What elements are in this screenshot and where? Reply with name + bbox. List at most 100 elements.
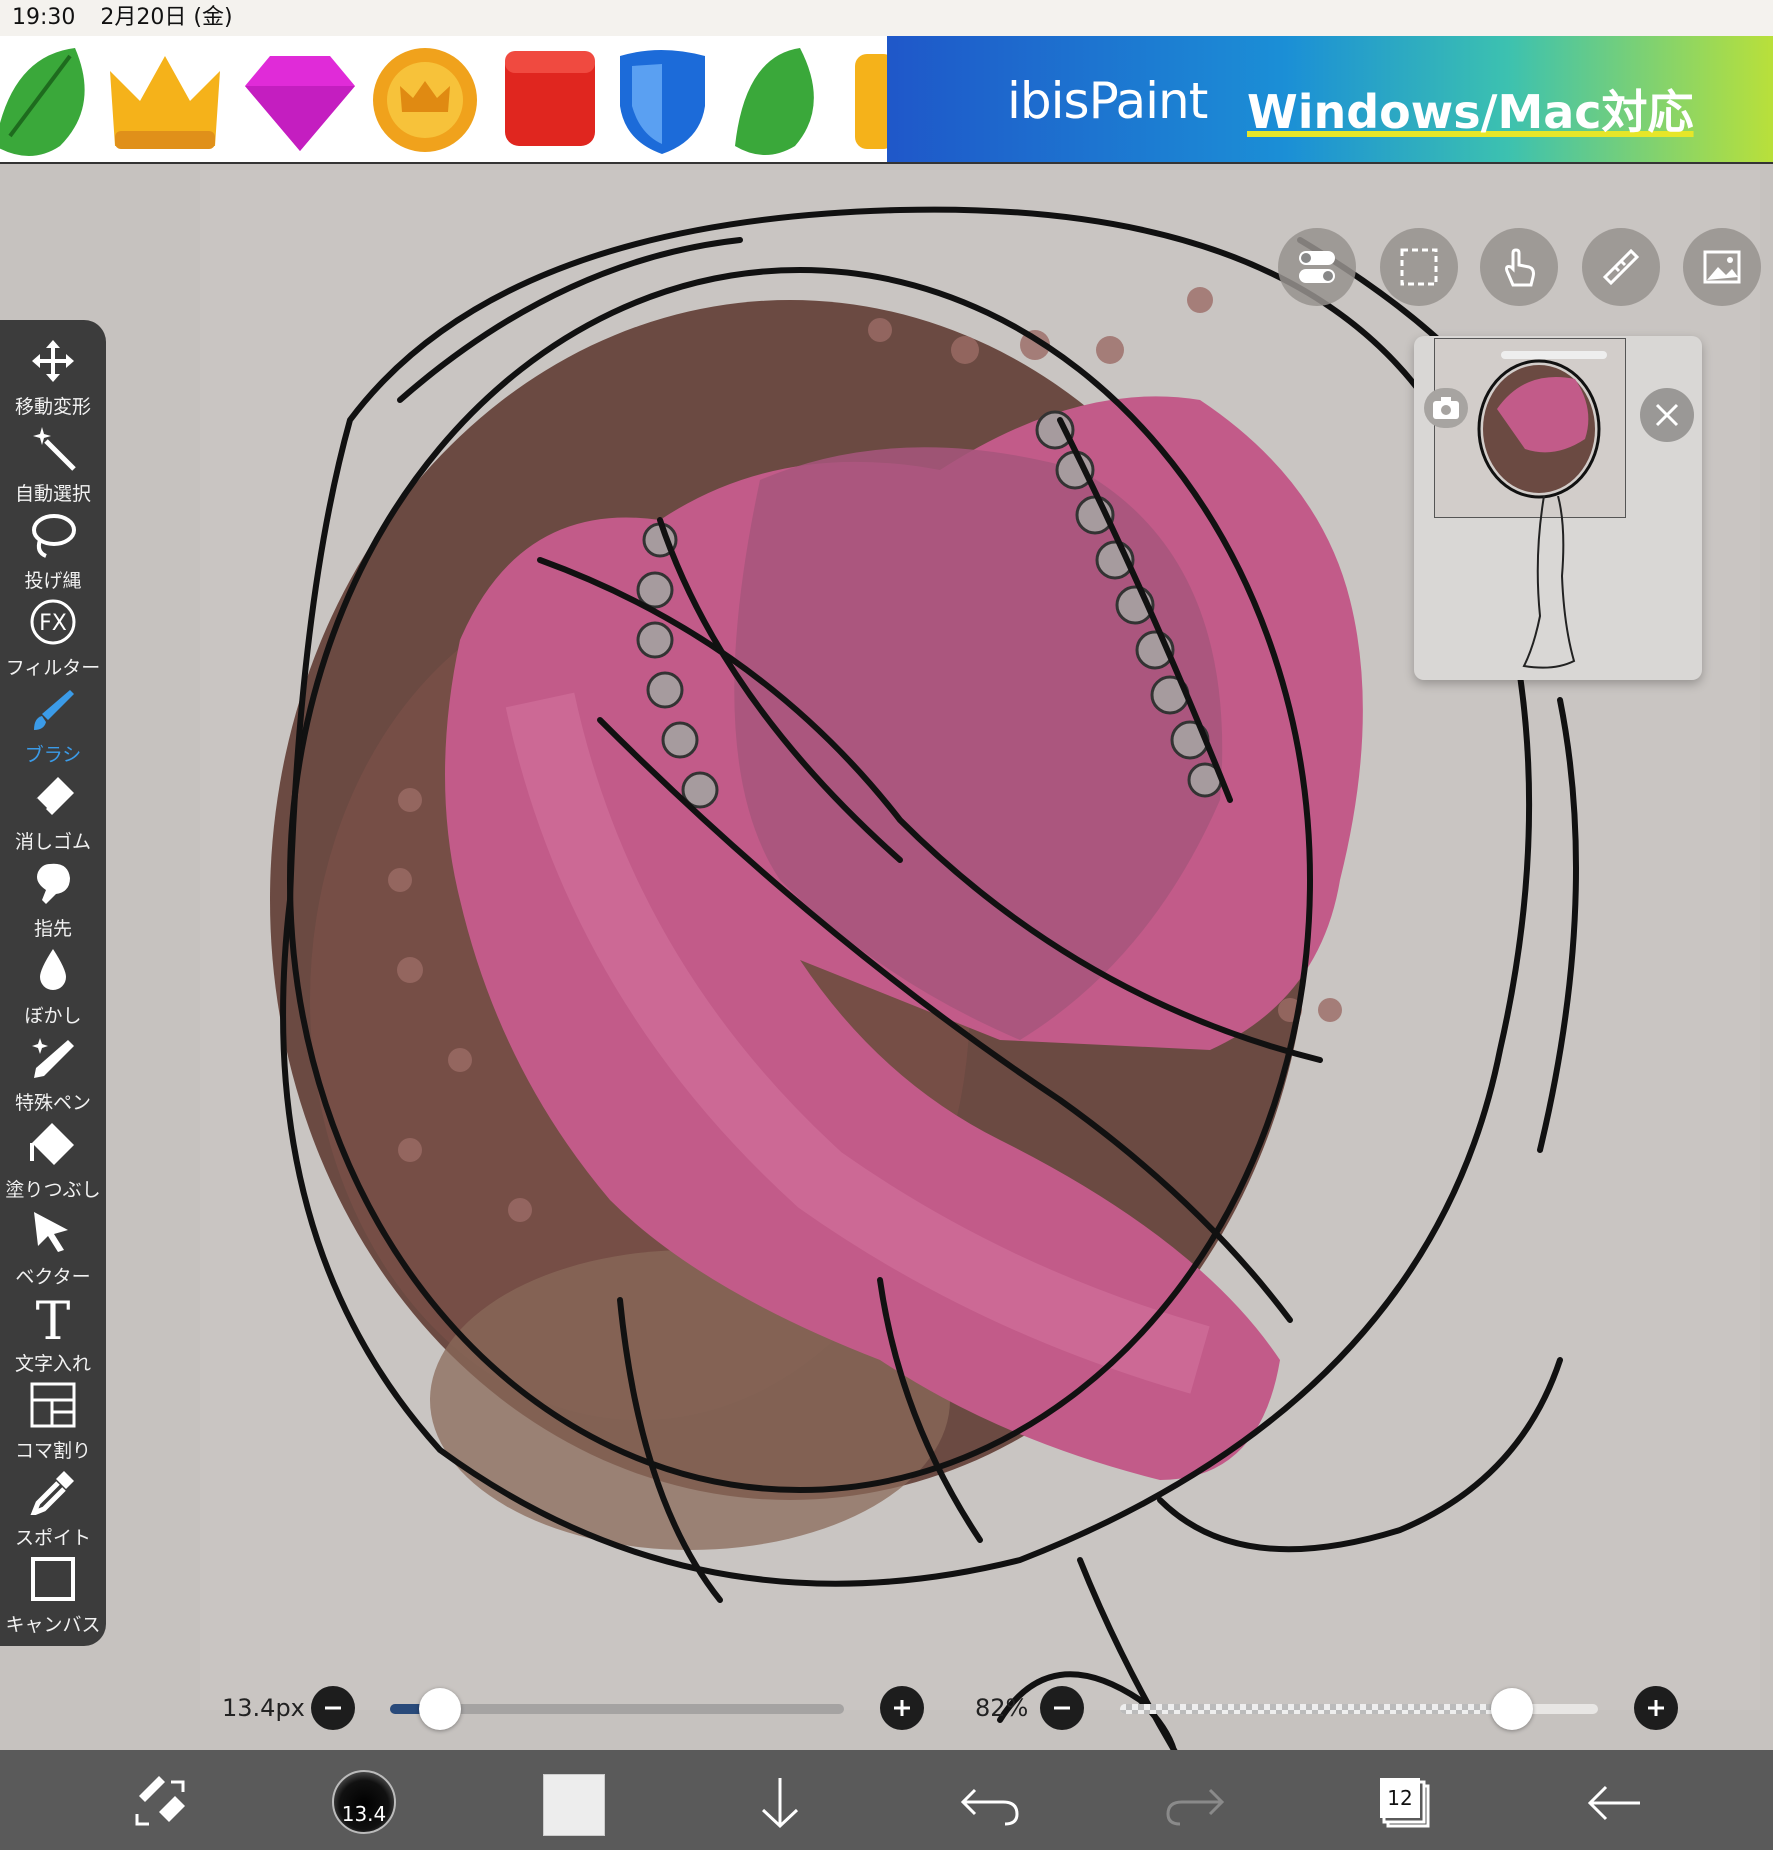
tool-label: ベクター	[15, 1266, 91, 1288]
ad-game-icons	[0, 36, 887, 162]
tool-eraser[interactable]: 消しゴム	[0, 773, 106, 859]
tool-vector[interactable]: ベクター	[0, 1208, 106, 1294]
plus-icon	[894, 1700, 910, 1716]
tool-canvas[interactable]: キャンバス	[0, 1556, 106, 1642]
move-icon	[32, 340, 74, 382]
leaf-icon	[735, 48, 814, 155]
tool-frame-divider[interactable]: コマ割り	[0, 1382, 106, 1468]
tool-fill[interactable]: 塗りつぶし	[0, 1121, 106, 1207]
tool-label: 塗りつぶし	[5, 1179, 101, 1201]
reference-window[interactable]	[1414, 336, 1702, 680]
status-bar: 19:30 2月20日 (金)	[0, 0, 1773, 36]
close-reference-button[interactable]	[1640, 388, 1694, 442]
tool-label: 自動選択	[14, 483, 91, 505]
text-tool-glyph: T	[36, 1295, 71, 1345]
brush-eraser-swap-icon	[135, 1776, 185, 1826]
opacity-value: 82%	[975, 1694, 1029, 1722]
tool-text[interactable]: T 文字入れ	[0, 1295, 106, 1381]
fx-text: FX	[39, 611, 67, 636]
selection-icon	[1400, 248, 1438, 286]
hand-button[interactable]	[1480, 228, 1558, 306]
opacity-knob[interactable]	[1490, 1688, 1533, 1730]
tool-label: キャンバス	[5, 1614, 101, 1636]
status-date: 2月20日 (金)	[100, 5, 233, 30]
close-icon	[1655, 403, 1679, 427]
canvas-icon	[31, 1557, 75, 1601]
minus-icon	[1054, 1706, 1070, 1710]
ad-tagline: Windows/Mac対応	[1247, 85, 1694, 139]
toggle-icon	[1299, 251, 1335, 283]
magic-wand-icon	[33, 427, 76, 471]
tool-smudge[interactable]: 指先	[0, 860, 106, 946]
tool-label: 投げ縄	[24, 570, 82, 592]
ruler-icon	[1602, 248, 1640, 286]
ad-brand-area[interactable]: ibisPaint Windows/Mac対応	[887, 36, 1773, 162]
ad-logo: ibisPaint	[1007, 72, 1208, 130]
gem-icon	[245, 56, 355, 151]
text-icon: T	[36, 1295, 71, 1345]
opacity-increase-button[interactable]	[1634, 1686, 1678, 1730]
camera-button[interactable]	[1424, 388, 1468, 428]
back-button[interactable]	[1580, 1768, 1650, 1838]
tool-palette: 移動変形 自動選択 投げ縄 FX フィルター ブラシ 消しゴム 指先 ぼかし 特…	[0, 320, 106, 1646]
plus-icon	[1648, 1700, 1664, 1716]
status-time: 19:30	[12, 5, 76, 30]
hand-icon	[1505, 248, 1535, 287]
brush-size-increase-button[interactable]	[880, 1686, 924, 1730]
arrow-left-icon	[1587, 1785, 1640, 1821]
special-pen-icon	[32, 1038, 74, 1078]
brush-size-knob[interactable]	[418, 1688, 461, 1730]
tool-label: 指先	[33, 918, 72, 940]
tool-brush[interactable]: ブラシ	[0, 686, 106, 772]
reference-thumbnail	[1434, 338, 1626, 518]
crown-icon	[110, 56, 220, 149]
eyedropper-icon	[30, 1471, 74, 1515]
opacity-decrease-button[interactable]	[1040, 1686, 1084, 1730]
tool-label: ぼかし	[24, 1005, 82, 1027]
leaf-icon	[0, 48, 85, 156]
blur-icon	[40, 949, 66, 990]
coin-icon	[373, 48, 477, 152]
tool-label: フィルター	[5, 657, 101, 679]
tool-label: 特殊ペン	[14, 1092, 91, 1114]
tool-auto-select[interactable]: 自動選択	[0, 425, 106, 511]
undo-icon	[960, 1788, 1019, 1826]
vector-icon	[34, 1212, 68, 1252]
tool-label: 移動変形	[14, 396, 91, 418]
lasso-icon	[32, 514, 76, 558]
ruler-button[interactable]	[1582, 228, 1660, 306]
redo-icon	[1166, 1788, 1225, 1826]
down-button[interactable]	[745, 1768, 815, 1838]
brush-size-indicator[interactable]: 13.4	[332, 1770, 396, 1834]
bucket-icon	[30, 1123, 74, 1165]
toggle-button[interactable]	[1278, 228, 1356, 306]
opacity-fill	[1120, 1704, 1512, 1714]
tool-blur[interactable]: ぼかし	[0, 947, 106, 1033]
camera-icon	[1433, 397, 1459, 419]
color-swatch[interactable]	[543, 1774, 605, 1836]
tool-label: コマ割り	[14, 1440, 91, 1462]
tool-special-pen[interactable]: 特殊ペン	[0, 1034, 106, 1120]
tool-eyedropper[interactable]: スポイト	[0, 1469, 106, 1555]
ad-banner[interactable]: ibisPaint Windows/Mac対応	[0, 36, 1773, 164]
layers-button[interactable]: 12	[1370, 1768, 1440, 1838]
layer-count: 12	[1380, 1778, 1420, 1818]
eraser-icon	[34, 777, 74, 815]
minus-icon	[325, 1706, 341, 1710]
tool-move-transform[interactable]: 移動変形	[0, 338, 106, 424]
undo-button[interactable]	[955, 1768, 1025, 1838]
brush-size-decrease-button[interactable]	[311, 1686, 355, 1730]
shield-icon	[620, 50, 705, 154]
tool-lasso[interactable]: 投げ縄	[0, 512, 106, 598]
bottom-toolbar: 13.4 12	[0, 1750, 1773, 1850]
tool-switch-button[interactable]	[125, 1768, 195, 1838]
frame-divider-icon	[30, 1382, 76, 1428]
selection-button[interactable]	[1380, 228, 1458, 306]
arrow-down-icon	[761, 1778, 799, 1829]
tool-filter[interactable]: FX フィルター	[0, 599, 106, 685]
redo-button[interactable]	[1160, 1768, 1230, 1838]
slider-row: 13.4px 82%	[0, 1672, 1773, 1752]
brush-size-value: 13.4px	[222, 1694, 305, 1722]
reference-image-button[interactable]	[1683, 228, 1761, 306]
image-icon	[1703, 250, 1741, 284]
